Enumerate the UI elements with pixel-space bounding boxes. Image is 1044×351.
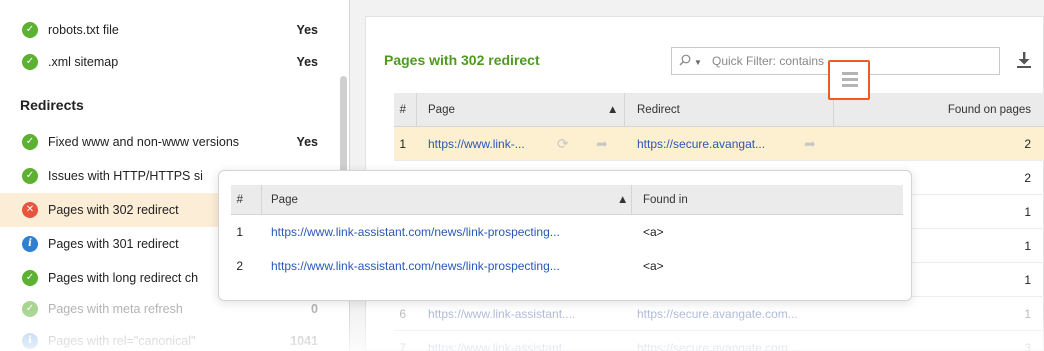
cell-num: 2 (236, 259, 243, 273)
table-row[interactable]: 1 https://www.link-assistant.com/news/li… (231, 215, 903, 249)
col-header-page[interactable]: Page (428, 104, 455, 116)
col-header-page[interactable]: Page (271, 194, 298, 206)
sidebar-item-label: Pages with long redirect ch (48, 271, 199, 285)
sidebar-item-www-versions[interactable]: ✓ Fixed www and non-www versions Yes (0, 125, 336, 159)
cell-found-on-pages: 1 (1024, 204, 1031, 219)
cell-redirect[interactable]: https://secure.avangat... (637, 137, 765, 151)
table-row[interactable]: 6 https://www.link-assistant.... https:/… (394, 297, 1044, 331)
sidebar-item-label: Fixed www and non-www versions (48, 135, 240, 149)
cell-page[interactable]: https://www.link-... (428, 137, 525, 151)
column-divider[interactable] (631, 185, 632, 214)
column-divider[interactable] (416, 93, 417, 126)
sidebar-item-label: Pages with rel="canonical" (48, 334, 196, 348)
sidebar-item-value: Yes (296, 55, 318, 69)
check-icon: ✓ (22, 301, 38, 317)
column-divider[interactable] (624, 93, 625, 126)
search-icon[interactable] (679, 54, 691, 66)
chevron-down-icon[interactable]: ▼ (694, 58, 702, 67)
sidebar-item-label: Issues with HTTP/HTTPS si (48, 169, 203, 183)
menu-icon-bar (842, 84, 858, 87)
found-in-popup: # Page ▲ Found in 1 https://www.link-ass… (218, 170, 912, 301)
panel-title: Pages with 302 redirect (384, 52, 540, 68)
error-icon: ✕ (22, 202, 38, 218)
cell-found-on-pages: 2 (1024, 136, 1031, 151)
cell-found-on-pages: 1 (1024, 272, 1031, 287)
col-header-num[interactable]: # (231, 194, 243, 206)
sidebar-item-label: .xml sitemap (48, 55, 119, 69)
sidebar-item-label: Pages with 302 redirect (48, 203, 179, 217)
sidebar-item-label: Pages with meta refresh (48, 302, 183, 316)
check-icon: ✓ (22, 134, 38, 150)
col-header-found-on-pages[interactable]: Found on pages (948, 104, 1031, 116)
sidebar-item-value: 0 (311, 302, 318, 316)
sort-asc-icon[interactable]: ▲ (607, 104, 618, 116)
cell-page[interactable]: https://www.link-assistant... (428, 341, 572, 351)
table-row[interactable]: 2 https://www.link-assistant.com/news/li… (231, 249, 903, 283)
cell-found-on-pages: 1 (1024, 238, 1031, 253)
cell-page[interactable]: https://www.link-assistant.com/news/link… (271, 259, 560, 273)
cell-found-on-pages: 1 (1024, 306, 1031, 321)
sidebar-item-canonical[interactable]: i Pages with rel="canonical" 1041 (0, 324, 336, 351)
download-icon[interactable] (1016, 51, 1032, 69)
cell-redirect[interactable]: https://secure.avangate.com... (637, 307, 798, 321)
menu-icon-bar (842, 78, 858, 81)
arrow-right-icon: ➦ (804, 135, 816, 151)
check-icon: ✓ (22, 168, 38, 184)
sidebar-item-value: Yes (296, 135, 318, 149)
section-heading-redirects: Redirects (20, 97, 84, 113)
sidebar-item-label: robots.txt file (48, 23, 119, 37)
table-row[interactable]: 1 https://www.link-... ⟳ ➦ https://secur… (394, 127, 1044, 161)
cell-found-in: <a> (643, 225, 664, 239)
table-row[interactable]: 7 https://www.link-assistant... https://… (394, 331, 1044, 351)
cell-found-in: <a> (643, 259, 664, 273)
column-divider[interactable] (261, 185, 262, 214)
found-on-pages-menu-button[interactable] (828, 60, 870, 100)
cell-num: 7 (399, 340, 406, 351)
col-header-found-in[interactable]: Found in (643, 194, 688, 206)
sidebar-item-label: Pages with 301 redirect (48, 237, 179, 251)
cell-num: 1 (399, 136, 406, 151)
sidebar-item-value: 1041 (290, 334, 318, 348)
cell-redirect[interactable]: https://secure.avangate.com... (637, 341, 798, 351)
cell-found-on-pages: 2 (1024, 170, 1031, 185)
col-header-num[interactable]: # (394, 104, 406, 116)
menu-icon (842, 72, 858, 75)
sidebar-item-value: Yes (296, 23, 318, 37)
found-in-table: # Page ▲ Found in 1 https://www.link-ass… (231, 185, 903, 283)
sidebar-item-xml-sitemap[interactable]: ✓ .xml sitemap Yes (0, 45, 336, 79)
col-header-redirect[interactable]: Redirect (637, 104, 680, 116)
cell-page[interactable]: https://www.link-assistant.... (428, 307, 575, 321)
info-icon: i (22, 333, 38, 349)
cell-num: 6 (399, 306, 406, 321)
info-icon: i (22, 236, 38, 252)
check-icon: ✓ (22, 54, 38, 70)
table-header: # Page ▲ Found in (231, 185, 903, 215)
table-header: # Page ▲ Redirect Found on pages (394, 93, 1044, 127)
check-icon: ✓ (22, 22, 38, 38)
sidebar-item-robots-txt[interactable]: ✓ robots.txt file Yes (0, 13, 336, 47)
redirect-loop-icon: ⟳ (557, 135, 569, 151)
sort-asc-icon[interactable]: ▲ (617, 194, 628, 206)
cell-page[interactable]: https://www.link-assistant.com/news/link… (271, 225, 560, 239)
cell-found-on-pages: 3 (1024, 340, 1031, 351)
arrow-right-icon: ➦ (596, 135, 608, 151)
cell-num: 1 (236, 225, 243, 239)
check-icon: ✓ (22, 270, 38, 286)
